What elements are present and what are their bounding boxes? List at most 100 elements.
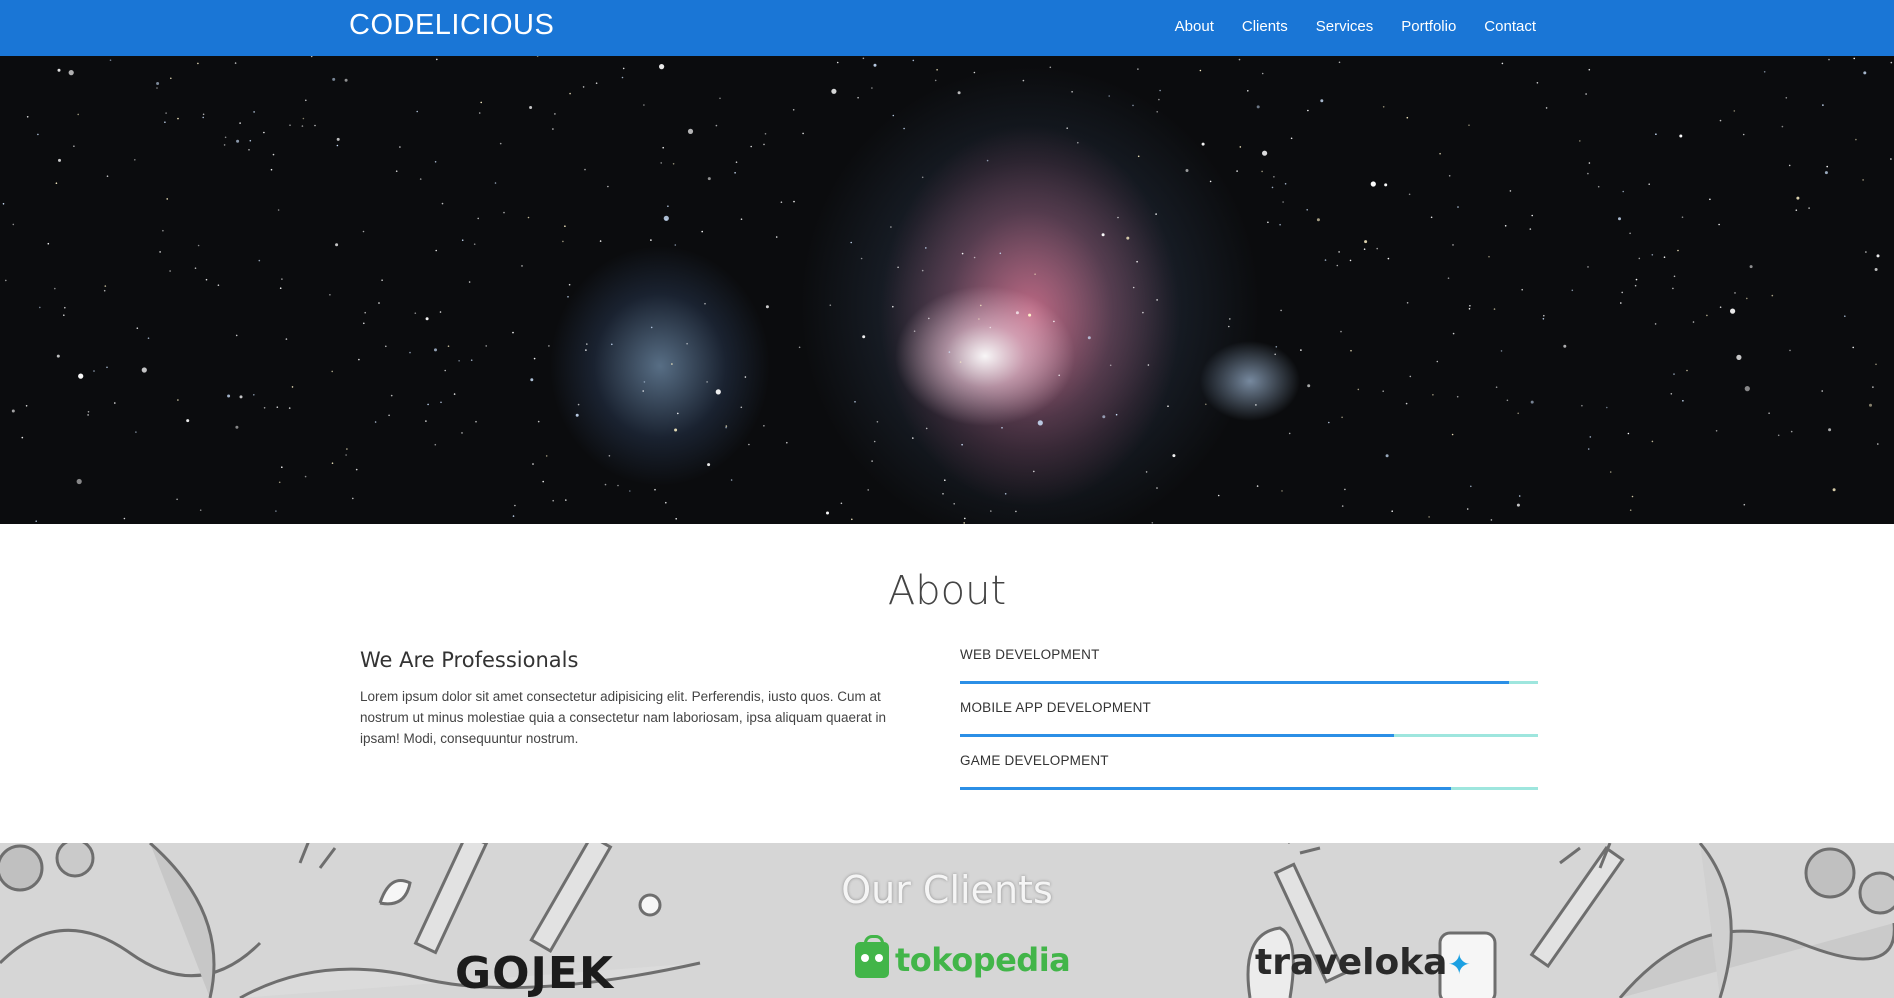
- star: [730, 479, 733, 481]
- star: [301, 125, 304, 127]
- star: [1382, 106, 1385, 108]
- star: [537, 420, 540, 423]
- star: [1349, 259, 1352, 262]
- star: [973, 71, 976, 74]
- nav-link-portfolio[interactable]: Portfolio: [1401, 18, 1456, 35]
- progress-fill: [960, 681, 1510, 684]
- star: [826, 511, 829, 515]
- star: [56, 354, 60, 358]
- star: [1509, 190, 1512, 192]
- star: [740, 218, 743, 220]
- star: [1324, 259, 1327, 261]
- star: [1236, 170, 1238, 172]
- star: [1620, 302, 1622, 304]
- star: [1679, 134, 1683, 138]
- star: [223, 144, 226, 146]
- star: [552, 128, 554, 130]
- star: [147, 337, 150, 340]
- star: [725, 425, 728, 427]
- star: [1746, 297, 1748, 300]
- star: [499, 142, 502, 145]
- star: [1229, 318, 1231, 320]
- star: [136, 327, 139, 330]
- star: [1452, 244, 1454, 246]
- star: [1629, 232, 1631, 235]
- client-logo-gojek[interactable]: GOJEK: [455, 948, 614, 998]
- star: [87, 411, 90, 413]
- star: [169, 270, 171, 272]
- nav-link-contact[interactable]: Contact: [1484, 18, 1536, 35]
- star: [925, 247, 927, 249]
- star: [1692, 321, 1695, 323]
- star: [1370, 181, 1376, 187]
- star: [1563, 344, 1567, 348]
- star: [1049, 66, 1052, 69]
- star: [235, 334, 238, 337]
- star: [478, 112, 481, 114]
- star: [1777, 434, 1780, 437]
- nav-link-services[interactable]: Services: [1316, 18, 1374, 35]
- star: [385, 345, 387, 348]
- star: [1387, 257, 1390, 260]
- star: [990, 510, 992, 512]
- star: [1320, 99, 1324, 103]
- star: [1529, 228, 1532, 230]
- client-logo-traveloka[interactable]: traveloka✦: [1255, 942, 1471, 983]
- star: [485, 345, 488, 347]
- nav-link-clients[interactable]: Clients: [1242, 18, 1288, 35]
- star: [439, 311, 442, 313]
- star: [1376, 247, 1378, 250]
- star: [744, 376, 747, 378]
- client-logo-tokopedia[interactable]: tokopedia: [855, 935, 1071, 979]
- star: [1587, 172, 1589, 175]
- star: [552, 499, 554, 502]
- star: [840, 502, 843, 505]
- star: [47, 242, 50, 245]
- star: [1336, 264, 1339, 267]
- star: [1543, 314, 1545, 317]
- star: [1151, 522, 1154, 524]
- star: [363, 322, 365, 325]
- star: [567, 296, 569, 298]
- star: [202, 113, 205, 116]
- star: [427, 403, 429, 406]
- star: [1609, 471, 1612, 473]
- star: [913, 330, 916, 333]
- star: [944, 479, 946, 482]
- star: [1504, 225, 1507, 227]
- star: [862, 335, 866, 339]
- star: [1677, 249, 1679, 252]
- star: [281, 466, 283, 469]
- star: [617, 484, 619, 487]
- nav-link-about[interactable]: About: [1175, 18, 1214, 35]
- star: [1606, 406, 1608, 409]
- star: [425, 420, 427, 422]
- star: [272, 153, 275, 156]
- star: [595, 82, 598, 84]
- star: [1015, 510, 1017, 513]
- star: [629, 490, 631, 492]
- brand-logo[interactable]: CODELICIOUS: [349, 9, 554, 42]
- star: [1744, 386, 1750, 392]
- star: [1821, 390, 1823, 392]
- star: [1290, 137, 1293, 140]
- star: [76, 478, 82, 485]
- star: [1132, 104, 1134, 107]
- star: [1452, 332, 1455, 335]
- star: [1651, 440, 1654, 443]
- star: [1832, 488, 1836, 492]
- star: [912, 437, 914, 439]
- star: [141, 367, 147, 373]
- star: [358, 358, 360, 361]
- star: [239, 122, 241, 124]
- star: [1872, 386, 1874, 388]
- star: [21, 436, 24, 439]
- star: [1280, 309, 1282, 312]
- star: [289, 124, 291, 126]
- star: [1521, 288, 1523, 291]
- star: [1663, 256, 1666, 258]
- star: [1279, 223, 1281, 226]
- star: [643, 104, 645, 106]
- star: [1273, 176, 1275, 178]
- star: [63, 314, 65, 317]
